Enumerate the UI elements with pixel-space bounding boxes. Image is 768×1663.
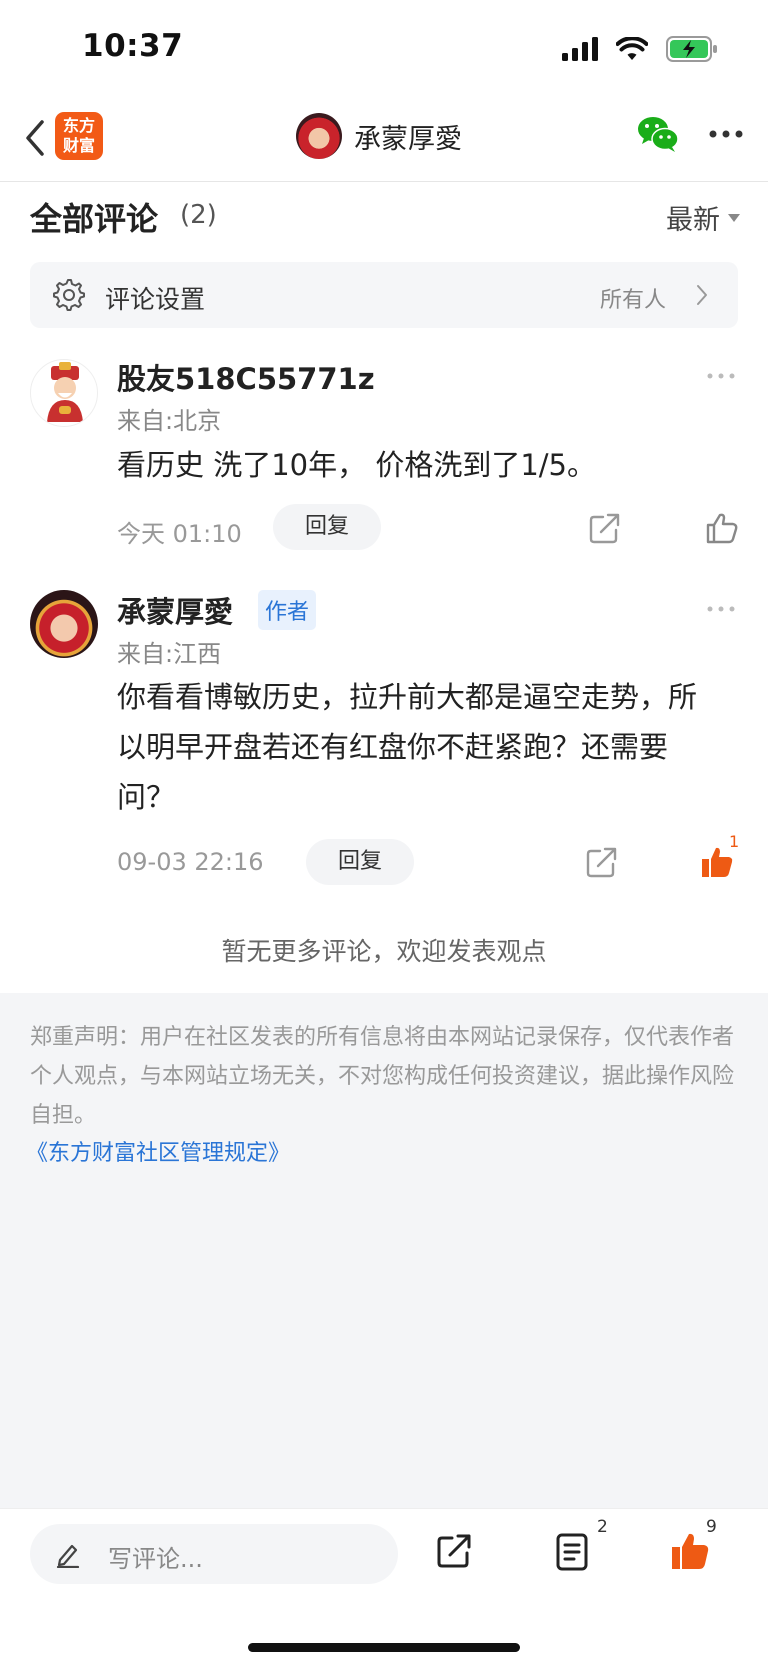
settings-label: 评论设置	[105, 285, 206, 314]
like-count-badge: 9	[706, 1517, 717, 1537]
sort-label: 最新	[666, 205, 720, 236]
home-indicator	[248, 1643, 520, 1652]
no-more-comments-text: 暂无更多评论，欢迎发表观点	[221, 937, 547, 966]
share-icon[interactable]	[585, 845, 619, 879]
nav-author[interactable]: 承蒙厚愛	[296, 113, 462, 159]
more-options-icon[interactable]	[706, 604, 736, 614]
logo-line-1: 东方	[62, 116, 95, 135]
comment-location: 来自:北京	[117, 407, 222, 435]
comment-location: 来自:江西	[117, 640, 222, 668]
more-options-icon[interactable]	[708, 124, 744, 144]
gear-icon	[53, 279, 85, 311]
comment-text[interactable]: 你看看博敏历史，拉升前大都是逼空走势，所以明早开盘若还有红盘你不赶紧跑？还需要问…	[117, 672, 697, 822]
commenter-name[interactable]: 承蒙厚愛	[117, 589, 233, 631]
logo-line-2: 财富	[62, 136, 95, 155]
status-time: 10:37	[82, 28, 184, 64]
author-badge: 作者	[258, 590, 317, 630]
caishen-avatar-icon	[47, 362, 83, 422]
comment-time: 09-03 22:16	[117, 848, 264, 876]
settings-value: 所有人	[599, 288, 666, 313]
like-count: 1	[729, 832, 740, 851]
more-options-icon[interactable]	[706, 371, 736, 381]
community-rules-link[interactable]: 《东方财富社区管理规定》	[26, 1135, 290, 1167]
bottom-action-bar: 写评论... 2 9	[0, 1508, 768, 1663]
pen-icon	[56, 1544, 80, 1568]
reply-button[interactable]: 回复	[273, 504, 381, 550]
back-arrow-icon[interactable]	[18, 116, 54, 160]
share-icon[interactable]	[588, 511, 622, 545]
comments-count: (2)	[180, 200, 217, 230]
share-icon[interactable]	[436, 1533, 472, 1569]
wechat-share-icon[interactable]	[636, 114, 680, 154]
disclaimer-area: 郑重声明：用户在社区发表的所有信息将由本网站记录保存，仅代表作者个人观点，与本网…	[0, 993, 768, 1508]
commenter-name[interactable]: 股友518C55771z	[117, 356, 375, 398]
disclaimer-text: 郑重声明：用户在社区发表的所有信息将由本网站记录保存，仅代表作者个人观点，与本网…	[30, 1025, 735, 1128]
caret-down-icon	[728, 213, 740, 222]
wifi-icon	[616, 37, 648, 60]
input-placeholder: 写评论...	[108, 1545, 203, 1573]
app-logo[interactable]: 东方 财富	[55, 112, 103, 160]
chevron-right-icon	[697, 285, 707, 305]
comment-list-icon[interactable]	[556, 1533, 588, 1571]
comment-text[interactable]: 看历史 洗了10年， 价格洗到了1/5。	[117, 440, 697, 490]
status-bar: 10:37	[0, 0, 768, 100]
commenter-avatar[interactable]	[30, 359, 98, 427]
comment-count-badge: 2	[597, 1517, 608, 1537]
nav-title[interactable]: 承蒙厚愛	[354, 117, 462, 156]
comments-title: 全部评论	[30, 200, 159, 238]
like-filled-icon[interactable]	[670, 1531, 710, 1571]
reply-button[interactable]: 回复	[306, 839, 414, 885]
status-icons	[562, 36, 718, 62]
sort-dropdown[interactable]: 最新	[666, 198, 740, 237]
write-comment-input[interactable]: 写评论...	[30, 1524, 398, 1584]
author-avatar[interactable]	[296, 113, 342, 159]
comment-time: 今天 01:10	[117, 520, 242, 548]
comment-settings-row[interactable]: 评论设置 所有人	[30, 262, 738, 328]
comments-header: 全部评论 (2) 最新	[30, 190, 740, 246]
like-outline-icon[interactable]	[705, 511, 739, 545]
nav-bar: 东方 财富 承蒙厚愛	[0, 100, 768, 182]
battery-charging-icon	[666, 36, 717, 62]
commenter-avatar[interactable]	[30, 590, 98, 658]
cellular-signal-icon	[562, 37, 598, 61]
